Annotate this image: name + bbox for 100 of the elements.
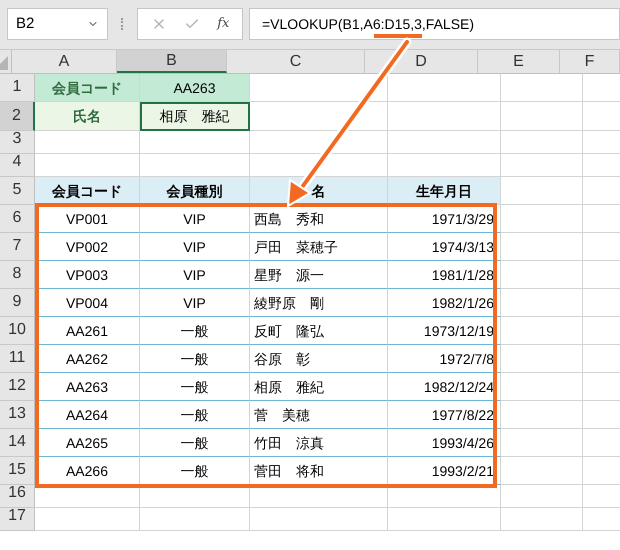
table-cell[interactable] <box>388 102 501 131</box>
table-cell[interactable] <box>140 508 250 531</box>
table-cell[interactable]: VIP <box>140 205 250 233</box>
table-cell[interactable] <box>388 131 501 154</box>
table-cell[interactable]: VP002 <box>35 233 140 261</box>
table-cell[interactable]: 1981/1/28 <box>388 261 501 289</box>
header-cell[interactable]: 会員種別 <box>140 177 250 205</box>
table-cell[interactable]: 星野 源一 <box>250 261 388 289</box>
table-cell[interactable]: AA263 <box>140 74 250 102</box>
table-cell[interactable]: 相原 雅紀 <box>250 373 388 401</box>
table-cell[interactable] <box>250 131 388 154</box>
table-cell[interactable]: 一般 <box>140 345 250 373</box>
table-cell[interactable] <box>501 401 583 429</box>
table-cell[interactable] <box>501 233 583 261</box>
insert-function-button[interactable]: fx <box>217 14 230 34</box>
table-cell[interactable] <box>501 485 583 508</box>
table-cell[interactable]: 1972/7/8 <box>388 345 501 373</box>
table-cell[interactable] <box>140 485 250 508</box>
table-cell[interactable] <box>501 131 583 154</box>
table-cell[interactable] <box>501 74 583 102</box>
table-cell[interactable]: 一般 <box>140 401 250 429</box>
row-header[interactable]: 16 <box>0 485 35 508</box>
table-cell[interactable]: VP001 <box>35 205 140 233</box>
table-cell[interactable] <box>388 485 501 508</box>
table-cell[interactable]: 1973/12/19 <box>388 317 501 345</box>
table-cell[interactable]: 1982/1/26 <box>388 289 501 317</box>
row-header[interactable]: 7 <box>0 233 35 261</box>
table-cell[interactable] <box>501 317 583 345</box>
header-cell[interactable]: 生年月日 <box>388 177 501 205</box>
table-cell[interactable]: 1982/12/24 <box>388 373 501 401</box>
row-header[interactable]: 13 <box>0 401 35 429</box>
row-header[interactable]: 5 <box>0 177 35 205</box>
table-cell[interactable]: 一般 <box>140 373 250 401</box>
table-cell[interactable]: 1974/3/13 <box>388 233 501 261</box>
table-cell[interactable] <box>501 508 583 531</box>
row-header[interactable]: 15 <box>0 457 35 485</box>
table-cell[interactable] <box>250 485 388 508</box>
table-cell[interactable] <box>388 508 501 531</box>
table-cell[interactable] <box>501 289 583 317</box>
table-cell[interactable] <box>501 205 583 233</box>
column-header[interactable]: E <box>478 50 560 73</box>
table-cell[interactable]: 1971/3/29 <box>388 205 501 233</box>
table-cell[interactable] <box>501 429 583 457</box>
table-cell[interactable]: 1993/2/21 <box>388 457 501 485</box>
table-cell[interactable]: 竹田 涼真 <box>250 429 388 457</box>
row-header[interactable]: 1 <box>0 74 35 102</box>
table-cell[interactable]: AA262 <box>35 345 140 373</box>
table-cell[interactable]: 反町 隆弘 <box>250 317 388 345</box>
row-header[interactable]: 10 <box>0 317 35 345</box>
name-box[interactable]: B2 <box>7 8 108 40</box>
table-cell[interactable] <box>35 485 140 508</box>
table-cell[interactable] <box>250 102 388 131</box>
table-cell[interactable]: AA265 <box>35 429 140 457</box>
table-cell[interactable]: VIP <box>140 261 250 289</box>
row-header[interactable]: 17 <box>0 508 35 531</box>
table-cell[interactable]: 1977/8/22 <box>388 401 501 429</box>
table-cell[interactable] <box>501 345 583 373</box>
row-header[interactable]: 12 <box>0 373 35 401</box>
row-header[interactable]: 14 <box>0 429 35 457</box>
column-header[interactable]: C <box>227 50 365 73</box>
table-cell[interactable]: 氏名 <box>35 102 140 131</box>
column-header[interactable]: D <box>365 50 478 73</box>
row-header[interactable]: 3 <box>0 131 35 154</box>
row-header[interactable]: 6 <box>0 205 35 233</box>
table-cell[interactable]: VP004 <box>35 289 140 317</box>
table-cell[interactable]: VIP <box>140 289 250 317</box>
table-cell[interactable] <box>501 373 583 401</box>
table-cell[interactable]: 相原 雅紀 <box>140 102 250 131</box>
table-cell[interactable]: VP003 <box>35 261 140 289</box>
table-cell[interactable]: 1993/4/26 <box>388 429 501 457</box>
table-cell[interactable] <box>140 131 250 154</box>
table-cell[interactable]: VIP <box>140 233 250 261</box>
column-header[interactable]: F <box>560 50 620 73</box>
table-cell[interactable] <box>501 102 583 131</box>
row-header[interactable]: 11 <box>0 345 35 373</box>
table-cell[interactable] <box>250 74 388 102</box>
formula-field[interactable]: =VLOOKUP(B1,A6:D15,3,FALSE) <box>249 8 620 40</box>
table-cell[interactable]: 一般 <box>140 317 250 345</box>
table-cell[interactable]: 会員コード <box>35 74 140 102</box>
table-cell[interactable]: AA263 <box>35 373 140 401</box>
table-cell[interactable] <box>501 154 583 177</box>
table-cell[interactable] <box>250 508 388 531</box>
row-header[interactable]: 4 <box>0 154 35 177</box>
table-cell[interactable]: AA264 <box>35 401 140 429</box>
table-cell[interactable]: 一般 <box>140 429 250 457</box>
table-cell[interactable] <box>388 74 501 102</box>
table-cell[interactable]: 菅田 将和 <box>250 457 388 485</box>
select-all-corner[interactable] <box>0 50 12 73</box>
table-cell[interactable]: 谷原 彰 <box>250 345 388 373</box>
table-cell[interactable]: 一般 <box>140 457 250 485</box>
table-cell[interactable] <box>501 457 583 485</box>
table-cell[interactable]: 西島 秀和 <box>250 205 388 233</box>
table-cell[interactable]: 綾野原 剛 <box>250 289 388 317</box>
table-cell[interactable]: AA261 <box>35 317 140 345</box>
row-header[interactable]: 9 <box>0 289 35 317</box>
table-cell[interactable] <box>35 508 140 531</box>
table-cell[interactable]: 戸田 菜穂子 <box>250 233 388 261</box>
table-cell[interactable] <box>501 261 583 289</box>
table-cell[interactable] <box>35 131 140 154</box>
table-cell[interactable]: 菅 美穂 <box>250 401 388 429</box>
